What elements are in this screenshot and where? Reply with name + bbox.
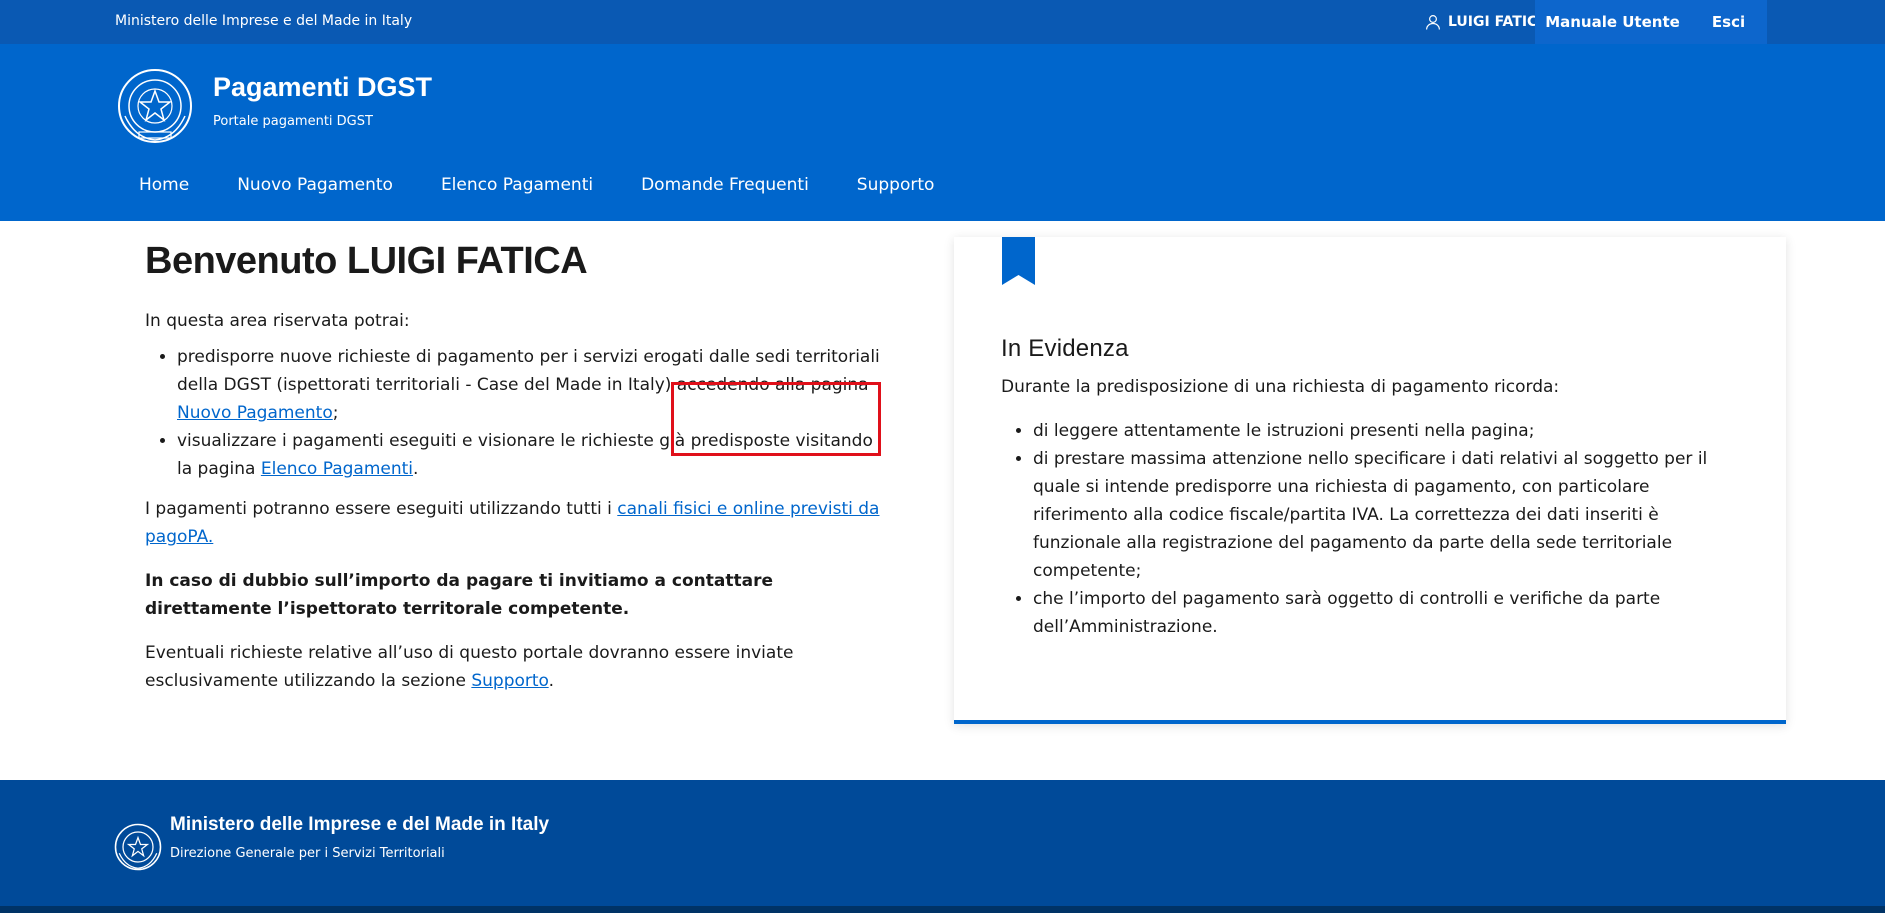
footer-title: Ministero delle Imprese e del Made in It… [170,814,550,835]
ministry-link[interactable]: Ministero delle Imprese e del Made in It… [115,13,412,29]
user-name: LUIGI FATICA [1448,14,1549,30]
list-item: che l’importo del pagamento sarà oggetto… [1033,585,1733,641]
card-title: In Evidenza [1001,335,1129,362]
payments-text: I pagamenti potranno essere eseguiti uti… [145,499,880,547]
nav-item-domande-frequenti[interactable]: Domande Frequenti [617,170,833,200]
welcome-section: Benvenuto LUIGI FATICA In questa area ri… [145,240,885,695]
logout-button[interactable]: Esci [1690,0,1767,44]
support-text: Eventuali richieste relative all’uso di … [145,643,794,691]
intro-text: In questa area riservata potrai: [145,311,410,331]
highlight-box [671,382,881,456]
bookmark-icon [1002,237,1035,285]
site-subtitle: Portale pagamenti DGST [213,114,373,129]
nuovo-pagamento-link[interactable]: Nuovo Pagamento [177,403,333,423]
site-header: Pagamenti DGST Portale pagamenti DGST Ho… [0,44,1885,221]
card-list: di leggere attentamente le istruzioni pr… [1001,417,1733,641]
footer-subtitle: Direzione Generale per i Servizi Territo… [170,846,445,861]
emblem-logo[interactable] [113,822,163,872]
nav-item-nuovo-pagamento[interactable]: Nuovo Pagamento [213,170,417,200]
in-evidenza-card: In Evidenza Durante la predisposizione d… [954,237,1786,724]
footer-strip [0,906,1885,913]
supporto-link[interactable]: Supporto [471,671,548,691]
list-item: di prestare massima attenzione nello spe… [1033,445,1733,585]
main-nav: Home Nuovo Pagamento Elenco Pagamenti Do… [115,170,958,200]
doubt-note: In caso di dubbio sull’importo da pagare… [145,571,773,619]
nav-item-supporto[interactable]: Supporto [833,170,959,200]
nav-item-elenco-pagamenti[interactable]: Elenco Pagamenti [417,170,617,200]
manual-button[interactable]: Manuale Utente [1535,0,1690,44]
nav-item-home[interactable]: Home [115,170,213,200]
site-footer: Ministero delle Imprese e del Made in It… [0,780,1885,913]
emblem-logo[interactable] [115,66,195,146]
page-title: Benvenuto LUIGI FATICA [145,240,588,282]
site-title[interactable]: Pagamenti DGST [213,72,432,103]
user-menu[interactable]: LUIGI FATICA [1424,0,1548,44]
card-lead: Durante la predisposizione di una richie… [1001,377,1560,397]
list-item: di leggere attentamente le istruzioni pr… [1033,417,1733,445]
elenco-pagamenti-link[interactable]: Elenco Pagamenti [261,459,413,479]
user-icon [1426,15,1440,30]
top-bar: Ministero delle Imprese e del Made in It… [0,0,1885,44]
